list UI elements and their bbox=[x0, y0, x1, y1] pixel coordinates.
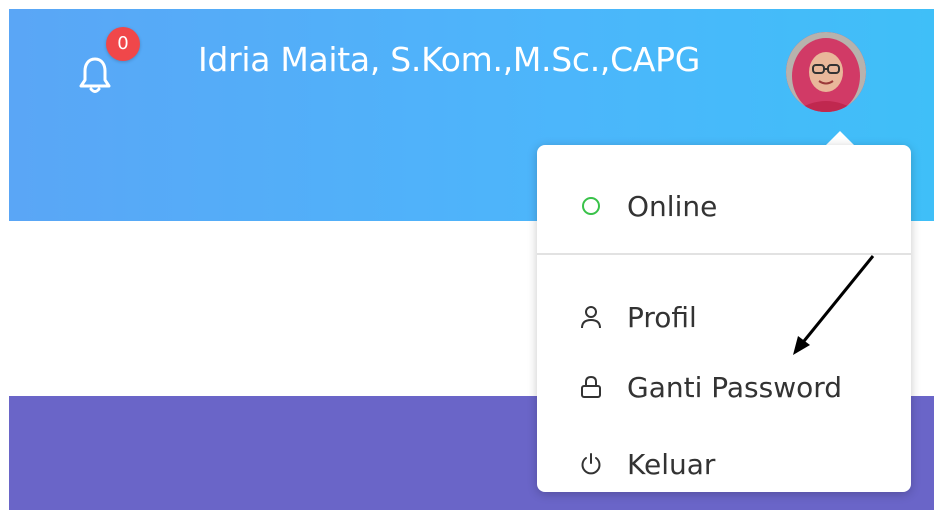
status-online-item[interactable]: Online bbox=[537, 178, 911, 234]
menu-item-label: Keluar bbox=[627, 447, 716, 481]
menu-item-keluar[interactable]: Keluar bbox=[537, 436, 911, 492]
status-label: Online bbox=[627, 189, 718, 223]
menu-divider bbox=[537, 253, 911, 255]
menu-item-label: Profil bbox=[627, 300, 697, 334]
notification-count-badge[interactable]: 0 bbox=[106, 27, 140, 61]
user-avatar[interactable] bbox=[786, 32, 866, 112]
menu-item-profil[interactable]: Profil bbox=[537, 289, 911, 345]
user-name[interactable]: Idria Maita, S.Kom.,M.Sc.,CAPG bbox=[198, 40, 700, 79]
menu-item-label: Ganti Password bbox=[627, 370, 843, 404]
bell-icon[interactable] bbox=[78, 55, 112, 95]
power-icon bbox=[577, 450, 605, 478]
user-icon bbox=[577, 303, 605, 331]
status-circle-icon bbox=[577, 192, 605, 220]
lock-icon bbox=[577, 373, 605, 401]
menu-item-ganti-password[interactable]: Ganti Password bbox=[537, 359, 911, 415]
user-dropdown-menu: Online Profil Ganti Password Keluar bbox=[537, 145, 911, 492]
